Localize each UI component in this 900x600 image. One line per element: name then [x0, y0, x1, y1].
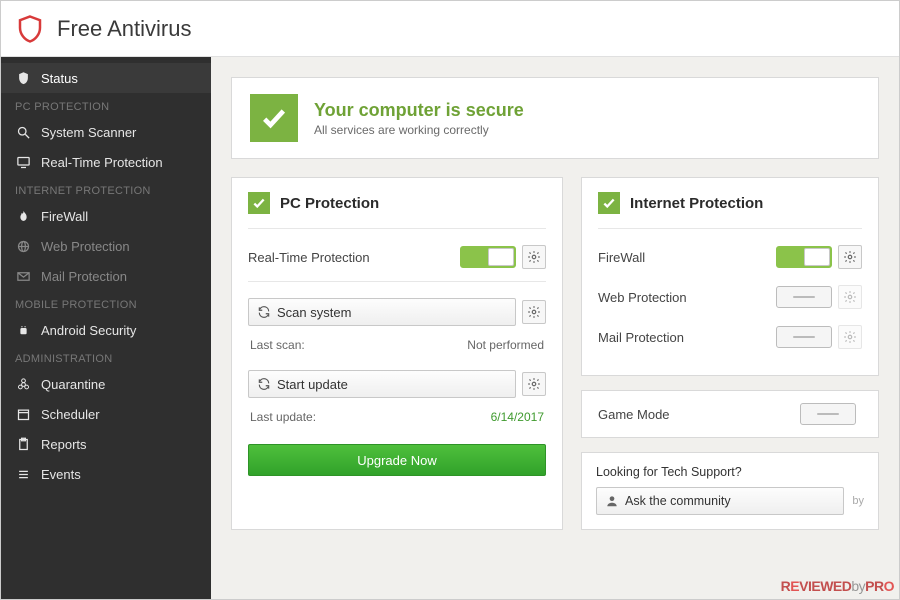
start-update-button[interactable]: Start update	[248, 370, 516, 398]
sidebar-item-realtime[interactable]: Real-Time Protection	[1, 147, 211, 177]
sidebar-heading-mobile: MOBILE PROTECTION	[1, 291, 211, 315]
realtime-label: Real-Time Protection	[248, 250, 460, 265]
last-update-value: 6/14/2017	[491, 410, 544, 424]
clipboard-icon	[15, 436, 31, 452]
ask-community-button[interactable]: Ask the community	[596, 487, 844, 515]
web-protection-settings-button	[838, 285, 862, 309]
check-icon	[250, 94, 298, 142]
web-protection-toggle[interactable]	[776, 286, 832, 308]
last-scan-value: Not performed	[467, 338, 544, 352]
status-card: Your computer is secure All services are…	[231, 77, 879, 159]
sidebar-item-android[interactable]: Android Security	[1, 315, 211, 345]
firewall-settings-button[interactable]	[838, 245, 862, 269]
monitor-icon	[15, 154, 31, 170]
sidebar-item-status[interactable]: Status	[1, 63, 211, 93]
game-mode-toggle[interactable]	[800, 403, 856, 425]
realtime-settings-button[interactable]	[522, 245, 546, 269]
person-icon	[605, 494, 619, 508]
refresh-icon	[257, 377, 271, 391]
list-icon	[15, 466, 31, 482]
tech-support-panel: Looking for Tech Support? Ask the commun…	[581, 452, 879, 530]
pc-protection-panel: PC Protection Real-Time Protection	[231, 177, 563, 530]
sidebar-item-quarantine[interactable]: Quarantine	[1, 369, 211, 399]
sidebar-heading-pc: PC PROTECTION	[1, 93, 211, 117]
app-header: Free Antivirus	[1, 1, 899, 57]
mail-protection-settings-button	[838, 325, 862, 349]
app-title: Free Antivirus	[57, 16, 192, 42]
mail-protection-label: Mail Protection	[598, 330, 776, 345]
sidebar-item-scheduler[interactable]: Scheduler	[1, 399, 211, 429]
scan-system-button[interactable]: Scan system	[248, 298, 516, 326]
mail-icon	[15, 268, 31, 284]
status-subtitle: All services are working correctly	[314, 123, 524, 137]
update-button-label: Start update	[277, 377, 348, 392]
panel-title: Internet Protection	[630, 195, 763, 212]
sidebar-item-label: FireWall	[41, 209, 88, 224]
sidebar-item-web-protection[interactable]: Web Protection	[1, 231, 211, 261]
sidebar-item-firewall[interactable]: FireWall	[1, 201, 211, 231]
mail-protection-toggle[interactable]	[776, 326, 832, 348]
sidebar-item-label: Android Security	[41, 323, 136, 338]
sidebar-item-label: System Scanner	[41, 125, 136, 140]
scan-settings-button[interactable]	[522, 300, 546, 324]
sidebar-item-label: Reports	[41, 437, 87, 452]
biohazard-icon	[15, 376, 31, 392]
shield-icon	[15, 70, 31, 86]
search-icon	[15, 124, 31, 140]
by-label: by	[852, 495, 864, 507]
status-title: Your computer is secure	[314, 100, 524, 121]
logo-shield-icon	[15, 14, 45, 44]
sidebar-item-events[interactable]: Events	[1, 459, 211, 489]
globe-icon	[15, 238, 31, 254]
last-update-label: Last update:	[250, 410, 316, 424]
flame-icon	[15, 208, 31, 224]
check-icon	[598, 192, 620, 214]
sidebar-item-system-scanner[interactable]: System Scanner	[1, 117, 211, 147]
sidebar-item-mail-protection[interactable]: Mail Protection	[1, 261, 211, 291]
support-question: Looking for Tech Support?	[596, 465, 864, 479]
internet-protection-panel: Internet Protection FireWall Web Protect…	[581, 177, 879, 376]
game-mode-panel: Game Mode	[581, 390, 879, 438]
sidebar-item-label: Mail Protection	[41, 269, 127, 284]
refresh-icon	[257, 305, 271, 319]
panel-title: PC Protection	[280, 195, 379, 212]
calendar-icon	[15, 406, 31, 422]
sidebar-item-label: Real-Time Protection	[41, 155, 163, 170]
main-content: Your computer is secure All services are…	[211, 57, 899, 599]
scan-button-label: Scan system	[277, 305, 351, 320]
firewall-label: FireWall	[598, 250, 776, 265]
last-scan-label: Last scan:	[250, 338, 305, 352]
upgrade-now-button[interactable]: Upgrade Now	[248, 444, 546, 476]
firewall-toggle[interactable]	[776, 246, 832, 268]
android-icon	[15, 322, 31, 338]
sidebar-heading-internet: INTERNET PROTECTION	[1, 177, 211, 201]
sidebar-item-label: Scheduler	[41, 407, 100, 422]
game-mode-label: Game Mode	[598, 407, 800, 422]
sidebar-item-label: Quarantine	[41, 377, 105, 392]
check-icon	[248, 192, 270, 214]
sidebar-item-label: Status	[41, 71, 78, 86]
sidebar-item-label: Events	[41, 467, 81, 482]
realtime-toggle[interactable]	[460, 246, 516, 268]
web-protection-label: Web Protection	[598, 290, 776, 305]
update-settings-button[interactable]	[522, 372, 546, 396]
sidebar-item-reports[interactable]: Reports	[1, 429, 211, 459]
sidebar: Status PC PROTECTION System Scanner Real…	[1, 57, 211, 599]
sidebar-item-label: Web Protection	[41, 239, 130, 254]
sidebar-heading-admin: ADMINISTRATION	[1, 345, 211, 369]
ask-community-label: Ask the community	[625, 494, 731, 508]
